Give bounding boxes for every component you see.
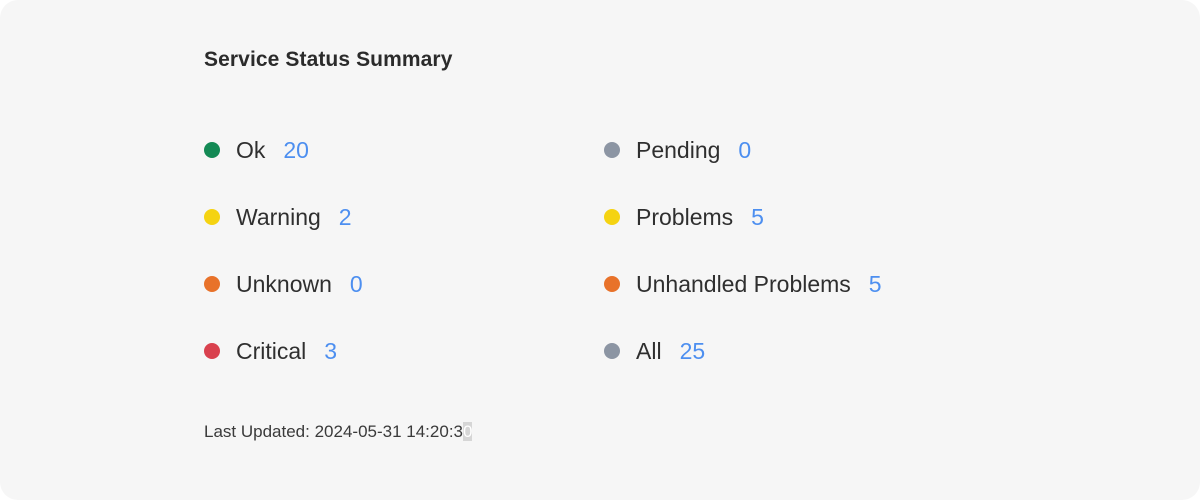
- status-ok-dot-icon: [204, 142, 220, 158]
- last-updated-value: 2024-05-31 14:20:30: [314, 422, 473, 441]
- status-all[interactable]: All 25: [604, 333, 705, 369]
- status-label: Unhandled Problems: [636, 270, 851, 297]
- status-problems[interactable]: Problems 5: [604, 199, 764, 235]
- status-label: Unknown: [236, 270, 332, 297]
- selected-text: 0: [463, 422, 473, 441]
- status-label: Warning: [236, 203, 321, 230]
- status-warning-dot-icon: [204, 209, 220, 225]
- panel-title: Service Status Summary: [204, 48, 453, 71]
- status-count[interactable]: 5: [869, 271, 882, 298]
- last-updated: Last Updated: 2024-05-31 14:20:30: [204, 422, 473, 442]
- status-unhandled-problems[interactable]: Unhandled Problems 5: [604, 266, 882, 302]
- status-unhandled-problems-dot-icon: [604, 276, 620, 292]
- status-label: Ok: [236, 136, 266, 163]
- status-warning[interactable]: Warning 2: [204, 199, 352, 235]
- status-count[interactable]: 5: [751, 204, 764, 231]
- status-unknown[interactable]: Unknown 0: [204, 266, 363, 302]
- status-count[interactable]: 2: [339, 204, 352, 231]
- status-pending[interactable]: Pending 0: [604, 132, 751, 168]
- status-critical-dot-icon: [204, 343, 220, 359]
- status-count[interactable]: 20: [283, 137, 309, 164]
- status-critical[interactable]: Critical 3: [204, 333, 337, 369]
- status-problems-dot-icon: [604, 209, 620, 225]
- status-label: All: [636, 337, 662, 364]
- status-label: Pending: [636, 136, 721, 163]
- status-label: Problems: [636, 203, 734, 230]
- status-count[interactable]: 25: [680, 338, 706, 365]
- status-count[interactable]: 0: [350, 271, 363, 298]
- service-status-panel: Service Status Summary Ok 20 Warning 2 U…: [0, 0, 1200, 500]
- status-pending-dot-icon: [604, 142, 620, 158]
- status-ok[interactable]: Ok 20: [204, 132, 309, 168]
- status-label: Critical: [236, 337, 307, 364]
- last-updated-label: Last Updated:: [204, 422, 310, 441]
- status-all-dot-icon: [604, 343, 620, 359]
- status-count[interactable]: 0: [738, 137, 751, 164]
- status-unknown-dot-icon: [204, 276, 220, 292]
- status-count[interactable]: 3: [324, 338, 337, 365]
